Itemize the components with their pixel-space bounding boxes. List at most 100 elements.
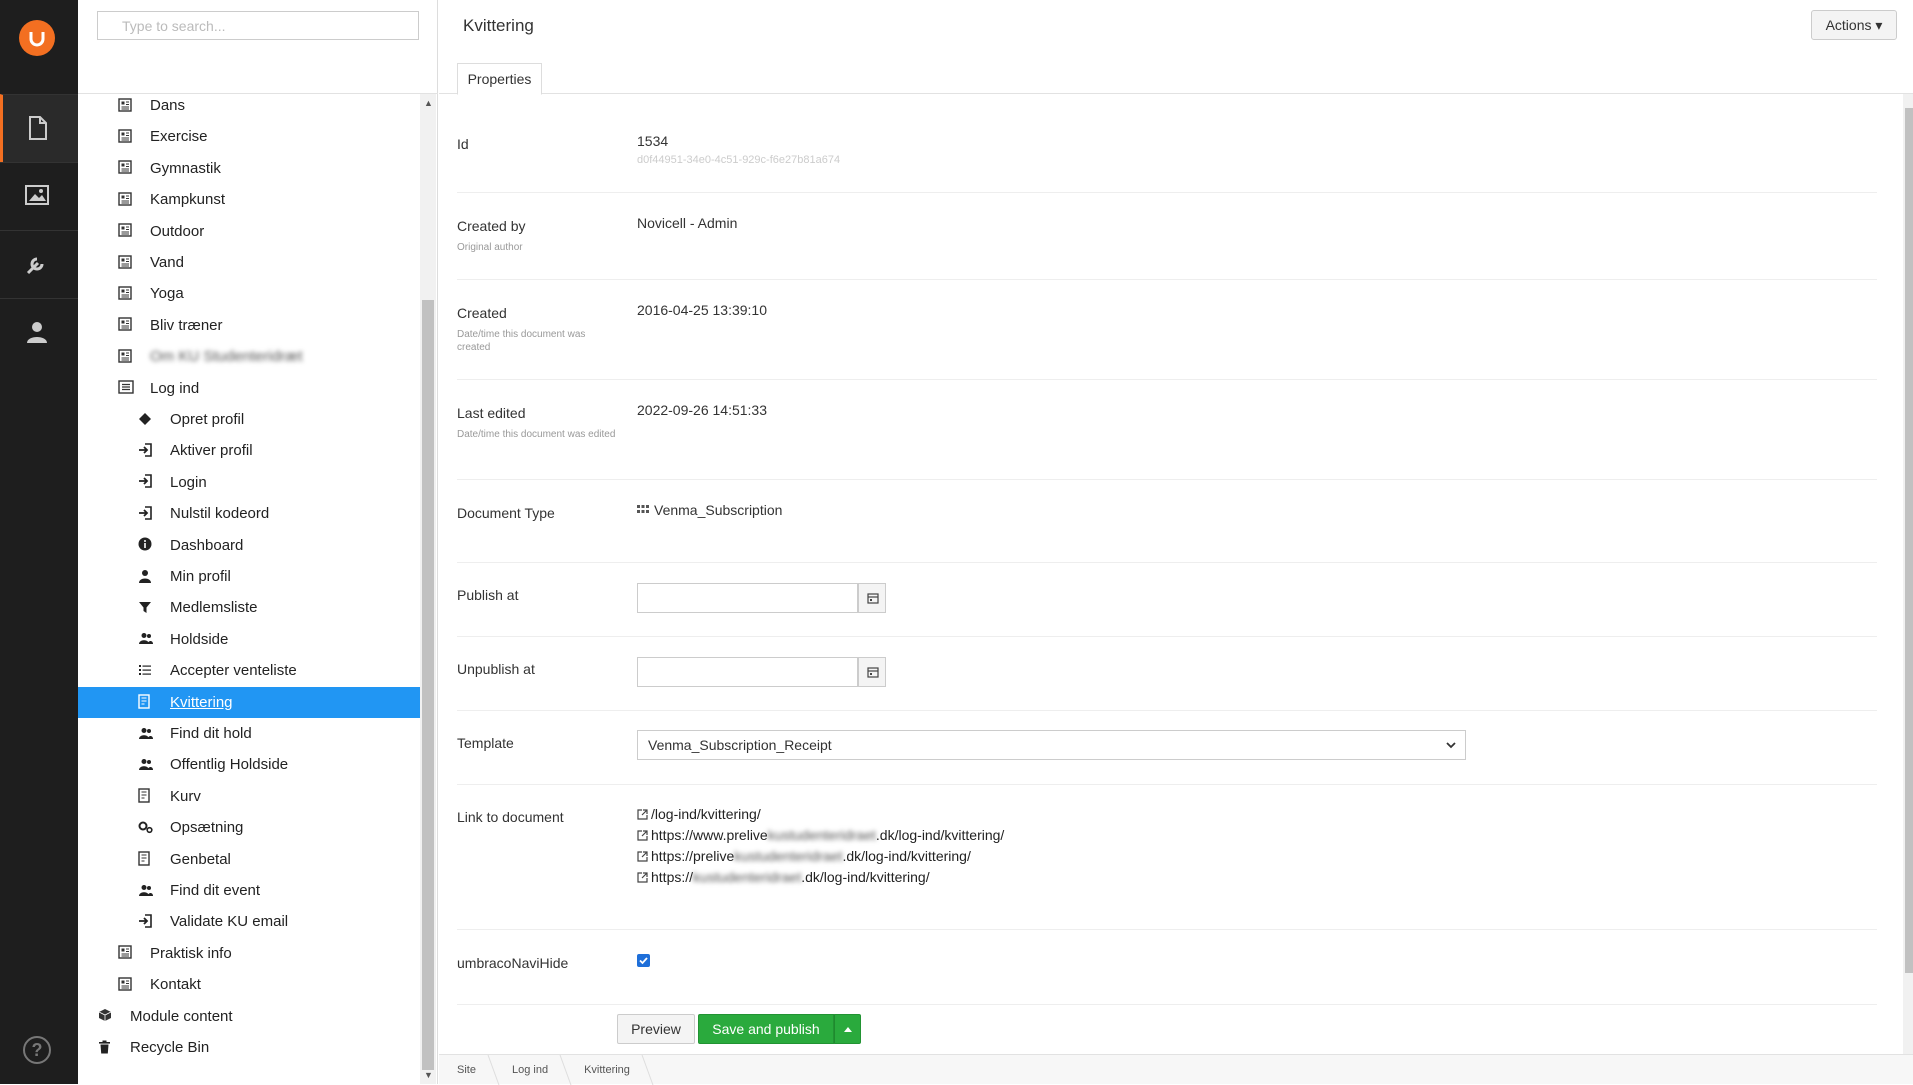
tree-node[interactable]: Gymnastik [118,153,221,184]
tree-node[interactable]: Log ind [118,373,199,404]
tree-node[interactable]: Holdside [138,624,228,655]
template-selected-value: Venma_Subscription_Receipt [648,737,832,753]
tree-node[interactable]: Dans [118,90,185,121]
property-created-by: Created by Original author Novicell - Ad… [457,193,1877,280]
info-icon [138,537,154,553]
document-type-name: Venma_Subscription [654,502,783,518]
document-type-link[interactable]: Venma_Subscription [637,502,782,518]
users-icon [138,883,154,899]
tree-node-label: Holdside [170,630,229,648]
section-media[interactable] [0,162,78,230]
section-members[interactable] [0,298,78,366]
scroll-down-arrow[interactable]: ▼ [424,1070,433,1080]
actions-button[interactable]: Actions ▾ [1811,10,1897,40]
document-url-link[interactable]: https://www.prelive kustudenteridraet .dk/… [637,827,1004,843]
tree-node[interactable]: Kontakt [118,969,201,1000]
tree-node[interactable]: Medlemsliste [138,592,258,623]
property-label: Link to document [457,809,564,825]
external-link-icon [637,850,648,862]
receipt-icon [138,851,154,867]
editor-scrollbar-thumb[interactable] [1905,108,1913,973]
document-icon [118,223,134,239]
tree-node[interactable]: Kurv [138,781,201,812]
sign-in-icon [138,914,154,930]
document-url-link[interactable]: /log-ind/kvittering/ [637,806,761,822]
navi-hide-checkbox[interactable] [637,954,650,967]
unpublish-at-input[interactable] [637,657,858,687]
tree-node-label: Exercise [150,128,208,146]
tree-node[interactable]: Accepter venteliste [138,655,297,686]
tree-node[interactable]: Outdoor [118,216,204,247]
tree-node[interactable]: Om KU Studenteridræt [118,341,303,372]
property-label: Unpublish at [457,661,535,677]
tree-node-label: Dans [150,97,186,114]
template-select[interactable]: Venma_Subscription_Receipt [637,730,1466,760]
section-settings[interactable] [0,230,78,298]
tree-node[interactable]: Yoga [118,278,184,309]
property-value: 2022-09-26 14:51:33 [637,402,767,418]
tree-node[interactable]: Recycle Bin [98,1032,209,1063]
tree-node-label: Offentlig Holdside [170,756,289,774]
tab-properties[interactable]: Properties [457,63,542,95]
tree-node-label: Accepter venteliste [170,662,297,680]
tree-node[interactable]: Genbetal [138,844,231,875]
property-template: Template Venma_Subscription_Receipt [457,711,1877,785]
tree-node[interactable]: Nulstil kodeord [138,498,269,529]
section-content[interactable] [0,94,78,162]
preview-button[interactable]: Preview [617,1014,695,1044]
scroll-up-arrow[interactable]: ▲ [424,98,433,108]
calendar-icon [867,593,879,604]
tree-node[interactable]: Find dit event [138,875,260,906]
property-value: 2016-04-25 13:39:10 [637,302,767,318]
editor-header: Kvittering Actions ▾ Properties [439,0,1913,95]
publish-at-input[interactable] [637,583,858,613]
tree-node[interactable]: Kvittering [78,686,420,718]
tree-node[interactable]: Validate KU email [138,906,288,937]
unpublish-at-calendar-button[interactable] [858,657,886,687]
tree-node[interactable]: Dashboard [138,530,243,561]
url-suffix: .dk/log-ind/kvittering/ [842,848,971,864]
editor-footer: Preview Save and publish [439,1005,1913,1053]
property-id: Id 1534 d0f44951-34e0-4c51-929c-f6e27b81… [457,94,1877,193]
umbraco-logo[interactable] [19,20,55,56]
breadcrumb-item[interactable]: Log ind [494,1055,566,1085]
checkmark-icon [639,957,648,965]
tree-node-label: Om KU Studenteridræt [150,348,303,366]
tree-node[interactable]: Vand [118,247,184,278]
url-redacted: kustudenteridraet [767,827,876,843]
breadcrumb-item[interactable]: Site [439,1055,494,1085]
sign-in-icon [138,443,154,459]
tree-node[interactable]: Min profil [138,561,231,592]
tree-node-label: Validate KU email [170,913,289,931]
tree-node[interactable]: Find dit hold [138,718,252,749]
publish-at-calendar-button[interactable] [858,583,886,613]
tree-node-label: Nulstil kodeord [170,505,270,523]
save-options-toggle[interactable] [834,1014,861,1044]
property-label: Publish at [457,587,519,603]
tree-node[interactable]: Module content [98,1001,233,1032]
tree-node-label: Vand [150,254,184,271]
breadcrumb-item[interactable]: Kvittering [566,1055,648,1085]
tree-node[interactable]: Opsætning [138,812,243,843]
document-url-link[interactable]: https://prelive kustudenteridraet .dk/log-… [637,848,971,864]
cube-icon [98,1008,114,1024]
users-icon [138,631,154,647]
tree-node[interactable]: Kampkunst [118,184,225,215]
tree-node[interactable]: Praktisk info [118,938,232,969]
document-icon [29,116,47,140]
tree-node-label: Outdoor [150,222,205,240]
help-icon[interactable]: ? [23,1036,51,1064]
tree-node[interactable]: Aktiver profil [138,435,253,466]
tree-node[interactable]: Exercise [118,121,208,152]
tree-node[interactable]: Login [138,467,207,498]
document-url-link[interactable]: https://kustudenteridraet .dk/log-ind/kvi… [637,869,930,885]
tree-node[interactable]: Opret profil [138,404,244,435]
users-icon [138,757,154,773]
search-input[interactable] [97,11,419,40]
tree-node[interactable]: Offentlig Holdside [138,749,288,780]
tree-node[interactable]: Bliv træner [118,310,223,341]
tree-scrollbar-thumb[interactable] [422,300,434,1070]
tree-search-area [78,0,438,94]
save-and-publish-button[interactable]: Save and publish [698,1014,834,1044]
page-title[interactable]: Kvittering [463,16,534,36]
